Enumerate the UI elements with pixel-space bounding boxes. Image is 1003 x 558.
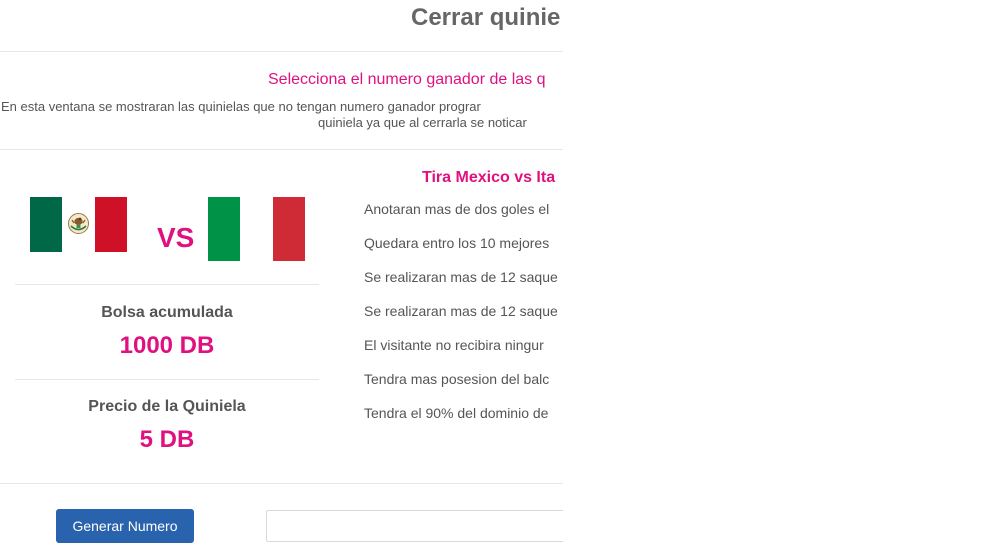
modal-subtitle: Selecciona el numero ganador de las q [268, 71, 546, 88]
pot-label: Bolsa acumulada [101, 304, 233, 321]
modal-title: Cerrar quinie [411, 4, 561, 31]
modal-description-line-2: quiniela ya que al cerrarla se noticar [318, 115, 527, 130]
price-label: Precio de la Quiniela [88, 398, 246, 415]
mexico-flag-icon [30, 197, 127, 252]
intro-divider [0, 149, 563, 150]
modal-description-line-1: En esta ventana se mostraran las quiniel… [1, 99, 481, 114]
vs-label: VS [157, 222, 195, 253]
modal-dialog: Cerrar quinie Selecciona el numero ganad… [0, 0, 563, 558]
match-title: Tira Mexico vs Ita [422, 169, 556, 186]
pot-divider [15, 379, 319, 380]
winning-number-field[interactable] [266, 510, 563, 542]
question-item: El visitante no recibira ningur [364, 337, 544, 353]
pot-value: 1000 DB [119, 332, 215, 359]
footer-divider [0, 483, 563, 484]
question-item: Tendra mas posesion del balc [364, 371, 550, 387]
question-item: Se realizaran mas de 12 saque [364, 303, 558, 319]
question-item: Quedara entro los 10 mejores [364, 235, 550, 251]
header-divider [0, 51, 563, 52]
flags-divider [15, 284, 319, 285]
italy-flag-icon [208, 197, 305, 261]
price-value: 5 DB [139, 426, 195, 453]
question-item: Tendra el 90% del dominio de [364, 405, 549, 421]
question-item: Anotaran mas de dos goles el [364, 201, 550, 217]
eagle-emblem-icon [68, 213, 89, 234]
generate-number-button[interactable]: Generar Numero [56, 509, 194, 543]
question-item: Se realizaran mas de 12 saque [364, 269, 558, 285]
